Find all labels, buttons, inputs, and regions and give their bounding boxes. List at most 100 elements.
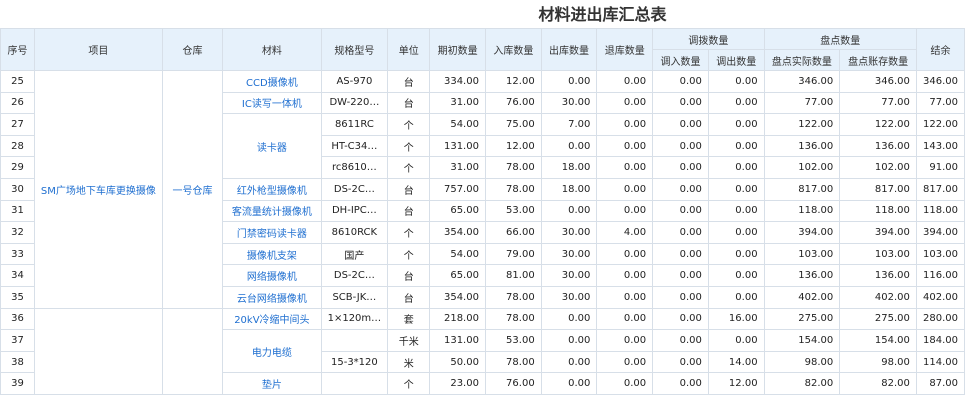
- cell-warehouse[interactable]: 一号仓库: [161, 70, 224, 309]
- cell-transfer-out: 0.00: [707, 134, 765, 158]
- cell-stock-actual: 817.00: [763, 177, 841, 201]
- cell-transfer-in: 0.00: [652, 307, 709, 331]
- cell-opening: 31.00: [429, 91, 486, 115]
- cell-transfer-in: 0.00: [652, 156, 709, 179]
- report-title: 材料进出库汇总表: [538, 5, 667, 24]
- cell-seq: 31: [0, 199, 35, 223]
- col-material[interactable]: 材料: [222, 28, 322, 71]
- cell-transfer-out: 0.00: [707, 70, 765, 93]
- cell-unit: 套: [387, 307, 431, 331]
- cell-balance: 114.00: [915, 350, 965, 374]
- col-opening[interactable]: 期初数量: [429, 28, 486, 71]
- cell-transfer-out: 0.00: [707, 156, 765, 179]
- cell-material[interactable]: CCD摄像机: [222, 70, 322, 93]
- cell-unit: 个: [387, 372, 431, 395]
- cell-material[interactable]: 客流量统计摄像机: [222, 199, 322, 223]
- cell-out: 18.00: [540, 177, 598, 201]
- cell-unit: 台: [387, 264, 431, 287]
- cell-transfer-in: 0.00: [652, 350, 709, 374]
- summary-table: 序号 项目 仓库 材料 规格型号 单位 期初数量 入库数量 出库数量 退库数量 …: [0, 28, 965, 395]
- cell-transfer-out: 16.00: [707, 307, 765, 331]
- col-spec[interactable]: 规格型号: [320, 28, 389, 71]
- cell-stock-book: 136.00: [839, 264, 917, 287]
- cell-seq: 37: [0, 329, 35, 352]
- cell-unit: 台: [387, 91, 431, 115]
- cell-balance: 116.00: [915, 264, 965, 287]
- cell-balance: 817.00: [915, 177, 965, 201]
- cell-warehouse[interactable]: [161, 307, 224, 395]
- cell-material[interactable]: 电力电缆: [222, 329, 322, 374]
- cell-transfer-in: 0.00: [652, 264, 709, 287]
- table-body: 25 SM广场地下车库更换摄像 一号仓库 CCD摄像机 AS-970 台 334…: [0, 70, 965, 395]
- cell-spec: 国产: [320, 242, 389, 266]
- col-out[interactable]: 出库数量: [540, 28, 598, 71]
- cell-stock-actual: 402.00: [763, 285, 841, 309]
- cell-material[interactable]: 读卡器: [222, 113, 322, 179]
- col-transfer-out[interactable]: 调出数量: [707, 49, 765, 71]
- cell-out: 0.00: [540, 350, 598, 374]
- col-seq[interactable]: 序号: [0, 28, 35, 71]
- cell-transfer-out: 0.00: [707, 285, 765, 309]
- col-transfer-in[interactable]: 调入数量: [652, 49, 709, 71]
- cell-out: 30.00: [540, 285, 598, 309]
- col-stock-book[interactable]: 盘点账存数量: [839, 49, 917, 71]
- cell-out: 30.00: [540, 264, 598, 287]
- cell-in: 81.00: [484, 264, 542, 287]
- cell-stock-actual: 102.00: [763, 156, 841, 179]
- cell-out: 0.00: [540, 199, 598, 223]
- cell-opening: 218.00: [429, 307, 486, 331]
- cell-transfer-in: 0.00: [652, 199, 709, 223]
- col-unit[interactable]: 单位: [387, 28, 431, 71]
- cell-material[interactable]: 20kV冷缩中间头: [222, 307, 322, 331]
- col-in[interactable]: 入库数量: [484, 28, 542, 71]
- cell-in: 53.00: [484, 329, 542, 352]
- cell-material[interactable]: 摄像机支架: [222, 242, 322, 266]
- cell-project[interactable]: SM广场地下车库更换摄像: [33, 70, 163, 309]
- cell-stock-book: 136.00: [839, 134, 917, 158]
- cell-opening: 54.00: [429, 242, 486, 266]
- cell-stock-actual: 136.00: [763, 134, 841, 158]
- cell-material[interactable]: 门禁密码读卡器: [222, 221, 322, 244]
- cell-return: 0.00: [596, 242, 654, 266]
- table-row[interactable]: 36 20kV冷缩中间头 1×120m… 套 218.00 78.00 0.00…: [0, 307, 965, 395]
- cell-material[interactable]: IC读写一体机: [222, 91, 322, 115]
- cell-spec: DS-2C…: [320, 177, 389, 201]
- cell-in: 78.00: [484, 307, 542, 331]
- table-row[interactable]: 25 SM广场地下车库更换摄像 一号仓库 CCD摄像机 AS-970 台 334…: [0, 70, 965, 309]
- cell-return: 0.00: [596, 285, 654, 309]
- cell-return: 0.00: [596, 329, 654, 352]
- cell-unit: 千米: [387, 329, 431, 352]
- cell-return: 0.00: [596, 264, 654, 287]
- cell-transfer-in: 0.00: [652, 285, 709, 309]
- cell-material[interactable]: 红外枪型摄像机: [222, 177, 322, 201]
- cell-out: 30.00: [540, 242, 598, 266]
- cell-return: 0.00: [596, 70, 654, 93]
- cell-project[interactable]: [33, 307, 163, 395]
- cell-in: 79.00: [484, 242, 542, 266]
- cell-transfer-in: 0.00: [652, 221, 709, 244]
- cell-return: 0.00: [596, 199, 654, 223]
- col-warehouse[interactable]: 仓库: [161, 28, 224, 71]
- cell-out: 30.00: [540, 221, 598, 244]
- cell-material[interactable]: 垫片: [222, 372, 322, 395]
- cell-seq: 28: [0, 134, 35, 158]
- cell-opening: 54.00: [429, 113, 486, 136]
- cell-transfer-in: 0.00: [652, 372, 709, 395]
- cell-transfer-in: 0.00: [652, 329, 709, 352]
- col-balance[interactable]: 结余: [915, 28, 965, 71]
- cell-unit: 台: [387, 285, 431, 309]
- col-return[interactable]: 退库数量: [596, 28, 654, 71]
- cell-material[interactable]: 网络摄像机: [222, 264, 322, 287]
- cell-stock-book: 102.00: [839, 156, 917, 179]
- cell-opening: 31.00: [429, 156, 486, 179]
- cell-seq: 32: [0, 221, 35, 244]
- col-project[interactable]: 项目: [33, 28, 163, 71]
- cell-return: 4.00: [596, 221, 654, 244]
- cell-spec: HT-C34…: [320, 134, 389, 158]
- cell-seq: 25: [0, 70, 35, 93]
- cell-opening: 131.00: [429, 329, 486, 352]
- cell-material[interactable]: 云台网络摄像机: [222, 285, 322, 309]
- cell-spec: rc8610…: [320, 156, 389, 179]
- col-stock-actual[interactable]: 盘点实际数量: [763, 49, 841, 71]
- cell-spec: 1×120m…: [320, 307, 389, 331]
